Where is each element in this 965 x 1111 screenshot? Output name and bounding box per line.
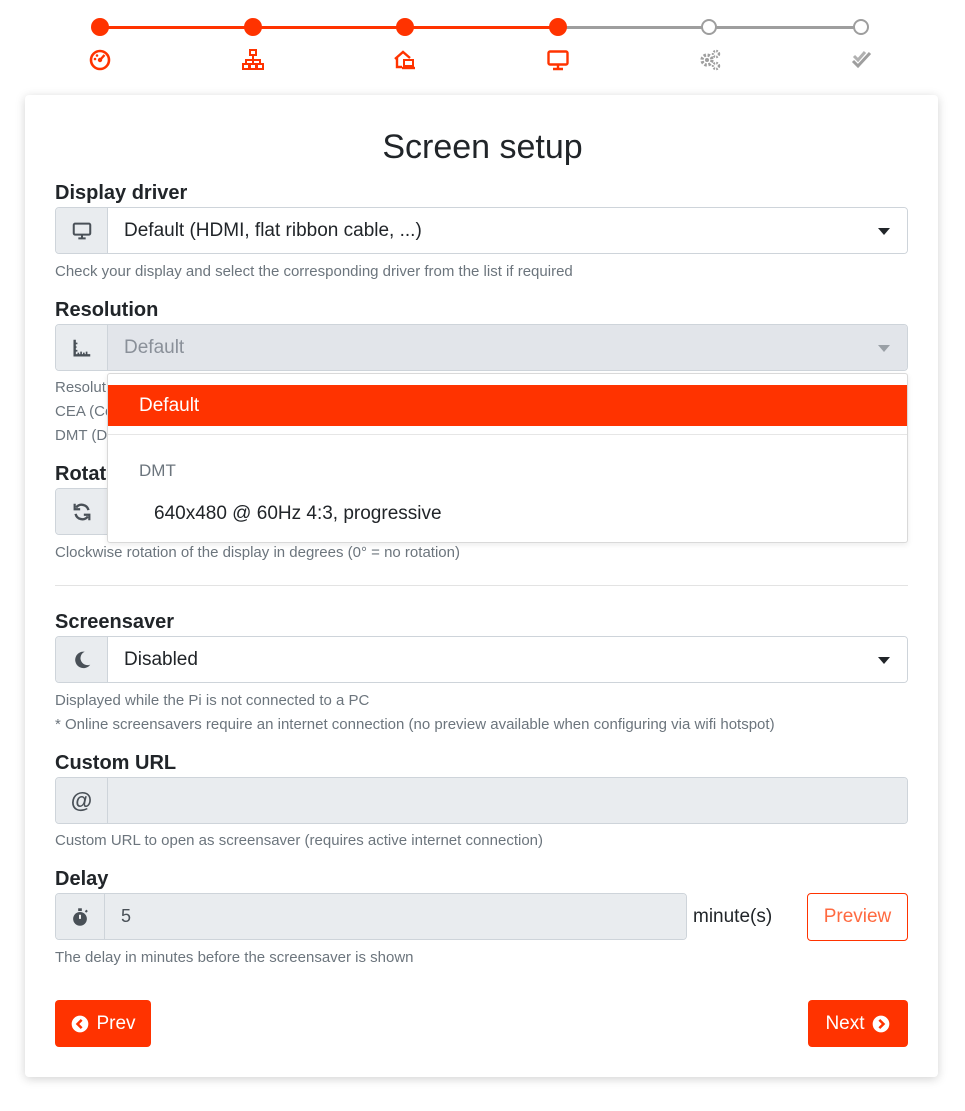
setup-stepper: [0, 0, 965, 90]
custom-url-group: @: [55, 777, 908, 824]
prev-button[interactable]: Prev: [55, 1000, 151, 1047]
display-driver-label: Display driver: [55, 182, 188, 204]
screensaver-value[interactable]: Disabled: [108, 637, 907, 682]
delay-unit: minute(s): [693, 906, 773, 927]
step-dot-6: [853, 19, 869, 35]
resolution-select[interactable]: Default: [55, 324, 908, 371]
resolution-help-1: Resolut: [55, 379, 106, 396]
step-dot-5: [701, 19, 717, 35]
section-divider: [55, 585, 908, 586]
delay-group: 5: [55, 893, 687, 940]
delay-input[interactable]: 5: [105, 894, 686, 939]
double-check-icon: [850, 48, 874, 72]
custom-url-help: Custom URL to open as screensaver (requi…: [55, 832, 544, 849]
gears-icon: [698, 48, 722, 72]
ruler-icon: [56, 325, 108, 370]
resolution-value[interactable]: Default: [108, 325, 907, 370]
resolution-label: Resolution: [55, 299, 159, 321]
display-driver-text: Default (HDMI, flat ribbon cable, ...): [124, 219, 422, 241]
delay-label: Delay: [55, 868, 109, 890]
next-label: Next: [825, 1012, 865, 1034]
step-dot-3[interactable]: [396, 18, 414, 36]
dropdown-separator: [108, 434, 907, 435]
next-button[interactable]: Next: [808, 1000, 908, 1047]
dropdown-option[interactable]: 640x480 @ 60Hz 4:3, progressive: [154, 503, 442, 525]
step-dot-2[interactable]: [244, 18, 262, 36]
rotation-label: Rotat: [55, 463, 107, 485]
network-icon[interactable]: [241, 48, 265, 72]
dropdown-group-header: DMT: [139, 461, 176, 480]
preview-button[interactable]: Preview: [807, 893, 908, 941]
monitor-icon[interactable]: [546, 48, 570, 72]
page-title: Screen setup: [382, 128, 583, 166]
rotate-icon: [56, 489, 108, 534]
chevron-down-icon: [878, 344, 890, 352]
custom-url-input[interactable]: [108, 778, 907, 823]
screensaver-select[interactable]: Disabled: [55, 636, 908, 683]
rotation-help: Clockwise rotation of the display in deg…: [55, 544, 460, 561]
arrow-left-circle-icon: [72, 1015, 89, 1032]
prev-label: Prev: [96, 1012, 136, 1034]
step-dot-1[interactable]: [91, 18, 109, 36]
display-driver-select[interactable]: Default (HDMI, flat ribbon cable, ...): [55, 207, 908, 254]
resolution-text: Default: [124, 336, 185, 358]
home-laptop-icon[interactable]: [393, 48, 417, 72]
monitor-icon: [56, 208, 108, 253]
dashboard-icon[interactable]: [88, 48, 112, 72]
display-driver-help: Check your display and select the corres…: [55, 263, 573, 280]
delay-help: The delay in minutes before the screensa…: [55, 949, 414, 966]
stepper-progress-line: [100, 26, 558, 29]
screensaver-help-2: * Online screensavers require an interne…: [55, 716, 775, 733]
step-dot-4[interactable]: [549, 18, 567, 36]
display-driver-value[interactable]: Default (HDMI, flat ribbon cable, ...): [108, 208, 907, 253]
screensaver-label: Screensaver: [55, 611, 174, 633]
stopwatch-icon: [56, 894, 105, 939]
chevron-down-icon: [878, 656, 890, 664]
custom-url-label: Custom URL: [55, 752, 177, 774]
at-sign-icon: @: [56, 778, 108, 823]
dropdown-option-selected[interactable]: Default: [108, 385, 907, 426]
moon-icon: [56, 637, 108, 682]
resolution-dropdown[interactable]: Default DMT 640x480 @ 60Hz 4:3, progress…: [107, 373, 908, 543]
resolution-help-3: DMT (D: [55, 427, 108, 444]
resolution-help-2: CEA (Co: [55, 403, 114, 420]
screensaver-text: Disabled: [124, 648, 198, 670]
arrow-right-circle-icon: [872, 1015, 889, 1032]
chevron-down-icon: [878, 227, 890, 235]
screensaver-help-1: Displayed while the Pi is not connected …: [55, 692, 370, 709]
